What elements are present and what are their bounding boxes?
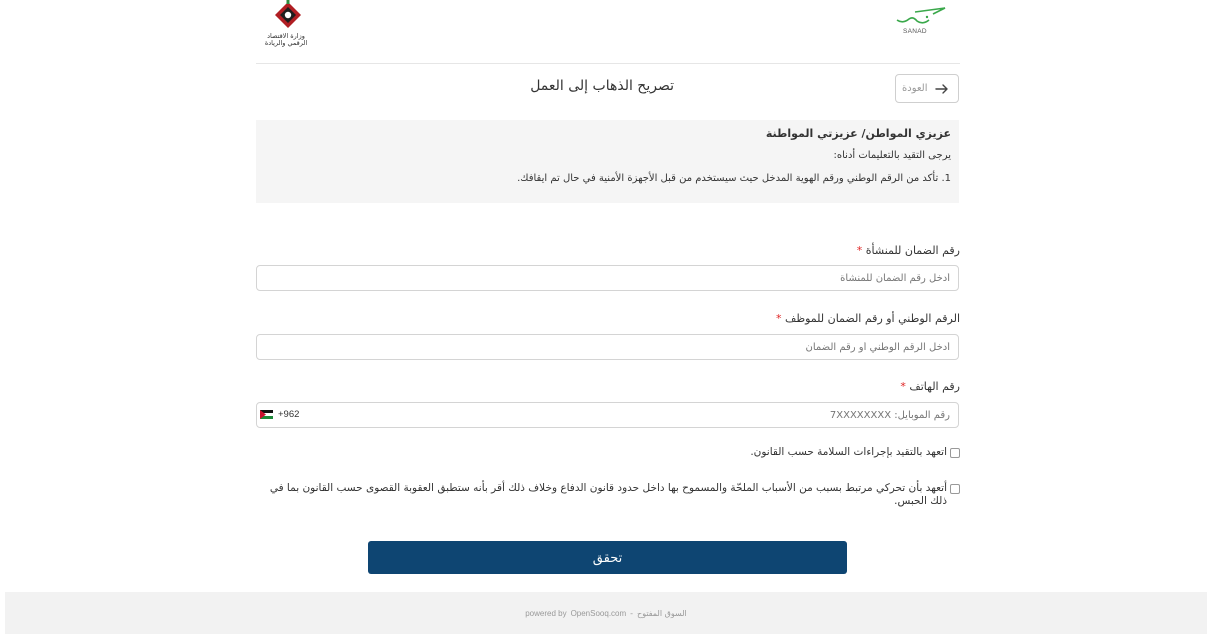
establishment-label: رقم الضمان للمنشأة * bbox=[856, 244, 960, 257]
sanad-logo: SANAD bbox=[893, 4, 955, 36]
phone-field: +962 bbox=[256, 402, 959, 428]
powered-by-text: powered by bbox=[525, 608, 567, 618]
ministry-emblem-icon bbox=[275, 0, 301, 28]
legal-pledge-checkbox[interactable] bbox=[950, 484, 960, 494]
establishment-number-input[interactable] bbox=[256, 265, 959, 291]
jordan-flag-icon bbox=[260, 410, 273, 419]
safety-checkbox[interactable] bbox=[950, 448, 960, 458]
country-code-selector[interactable]: +962 bbox=[260, 409, 299, 420]
employee-label: الرقم الوطني أو رقم الضمان للموظف * bbox=[775, 312, 960, 325]
country-code: +962 bbox=[278, 409, 300, 420]
phone-label: رقم الهاتف * bbox=[900, 380, 960, 393]
legal-pledge-label: أتعهد بأن تحركي مرتبط بسبب من الأسباب ال… bbox=[269, 482, 947, 507]
notice-subheading: يرجى التقيد بالتعليمات أدناه: bbox=[833, 150, 951, 161]
back-button-label: العودة bbox=[902, 83, 928, 94]
ministry-logo: وزارة الاقتصاد الرقمي والريادة bbox=[261, 0, 315, 56]
top-header: وزارة الاقتصاد الرقمي والريادة SANAD bbox=[256, 0, 960, 64]
legal-pledge-row[interactable]: أتعهد بأن تحركي مرتبط بسبب من الأسباب ال… bbox=[256, 482, 960, 508]
sanad-wordmark: SANAD bbox=[903, 28, 927, 35]
required-mark: * bbox=[900, 380, 906, 393]
footer-brand-ar: السوق المفتوح bbox=[637, 608, 687, 618]
sanad-swoosh-icon bbox=[896, 7, 946, 24]
phone-input[interactable] bbox=[256, 402, 959, 428]
footer: powered by OpenSooq.com - السوق المفتوح bbox=[5, 592, 1207, 634]
ministry-name: وزارة الاقتصاد الرقمي والريادة bbox=[264, 32, 308, 47]
back-button[interactable]: العودة bbox=[895, 74, 959, 103]
notice-heading: عزيزي المواطن/ عزيزتي المواطنة bbox=[765, 127, 951, 140]
footer-separator: - bbox=[630, 608, 634, 618]
title-bar: تصريح الذهاب إلى العمل العودة bbox=[256, 65, 960, 111]
page-title: تصريح الذهاب إلى العمل bbox=[530, 78, 674, 94]
employee-number-input[interactable] bbox=[256, 334, 959, 360]
required-mark: * bbox=[856, 244, 863, 257]
verify-button[interactable]: تحقق bbox=[368, 541, 847, 574]
notice-item: 1. تأكد من الرقم الوطني ورقم الهوية المد… bbox=[517, 173, 951, 184]
required-mark: * bbox=[775, 312, 782, 325]
footer-brand-link[interactable]: OpenSooq.com bbox=[571, 609, 627, 618]
arrow-right-icon bbox=[935, 83, 948, 94]
safety-checkbox-label: اتعهد بالتقيد بإجراءات السلامة حسب القان… bbox=[750, 446, 947, 458]
safety-pledge-row[interactable]: اتعهد بالتقيد بإجراءات السلامة حسب القان… bbox=[750, 446, 960, 459]
instructions-notice: عزيزي المواطن/ عزيزتي المواطنة يرجى التق… bbox=[256, 120, 959, 203]
